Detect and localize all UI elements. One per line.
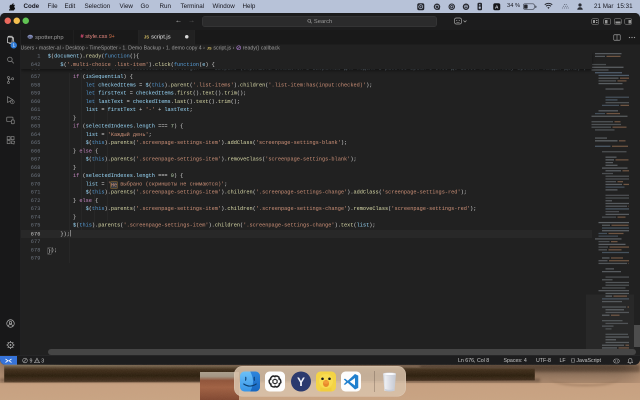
svg-text:A: A — [495, 5, 499, 11]
svg-text:JS: JS — [207, 45, 212, 50]
svg-text:JS: JS — [144, 34, 149, 39]
svg-text:Y: Y — [297, 375, 305, 389]
svg-text:php: php — [28, 35, 33, 39]
